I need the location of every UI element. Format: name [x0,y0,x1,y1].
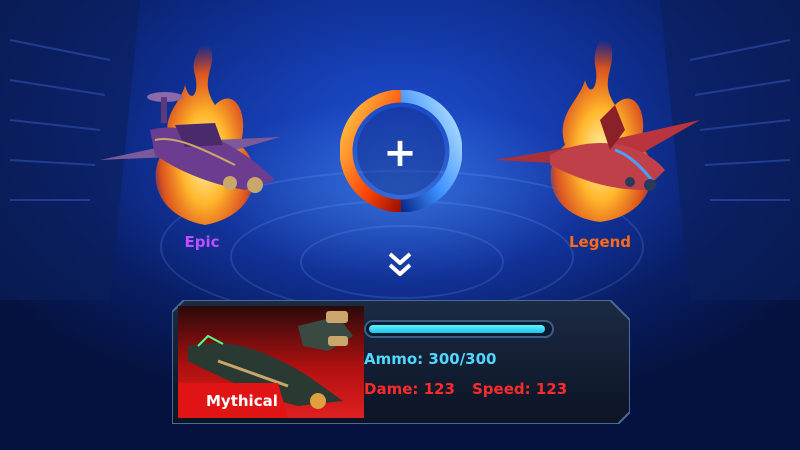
damage-stat: Dame: 123 [364,380,455,398]
game-scene: Epic + Legend Mythical Ammo: 300/300 Dam… [0,0,800,450]
rarity-label-mythical: Mythical [206,392,278,410]
ammo-stat: Ammo: 300/300 [364,350,497,368]
rarity-label-epic: Epic [184,233,220,251]
legend-ship [495,105,700,191]
rarity-label-legend: Legend [568,233,632,251]
ammo-bar [364,320,554,338]
speed-stat: Speed: 123 [472,380,568,398]
epic-ship [100,92,280,193]
ammo-bar-fill [369,325,545,333]
plus-icon: + [383,130,417,176]
double-chevron-down-icon [388,252,412,276]
